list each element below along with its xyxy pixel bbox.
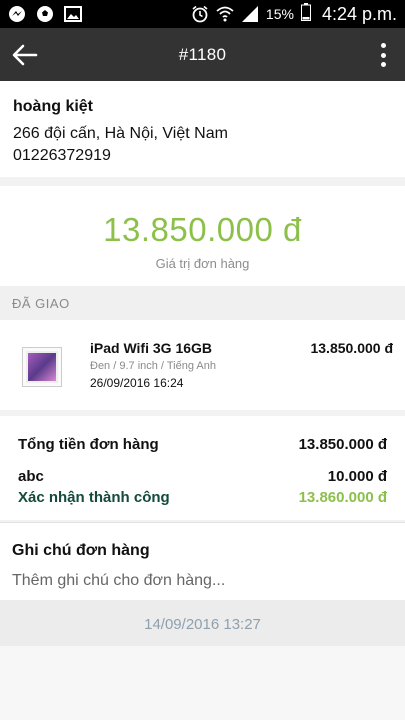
alarm-icon xyxy=(191,5,209,23)
order-total-amount: 13.850.000 đ xyxy=(103,211,302,248)
product-thumbnail xyxy=(22,347,62,387)
more-options-button[interactable] xyxy=(373,40,393,70)
signal-icon xyxy=(241,5,259,23)
order-note-input[interactable] xyxy=(12,570,392,592)
product-price: 13.850.000 đ xyxy=(310,340,393,356)
customer-name: hoàng kiệt xyxy=(13,98,94,115)
gallery-icon xyxy=(64,5,82,23)
subtotal-row: Tổng tiền đơn hàng 13.850.000 đ xyxy=(18,436,387,453)
order-note-title: Ghi chú đơn hàng xyxy=(12,542,150,559)
order-summary: Tổng tiền đơn hàng 13.850.000 đ abc 10.0… xyxy=(0,416,405,520)
status-bar-left xyxy=(8,5,82,23)
soccer-ball-icon xyxy=(36,5,54,23)
confirmed-value: 13.860.000 đ xyxy=(298,489,387,506)
product-name: iPad Wifi 3G 16GB xyxy=(90,340,213,356)
more-vertical-icon xyxy=(380,43,386,48)
product-date: 26/09/2016 16:24 xyxy=(90,376,184,390)
clock: 4:24 p.m. xyxy=(321,3,397,24)
confirmed-row: Xác nhận thành công 13.860.000 đ xyxy=(18,489,387,506)
customer-address: 266 đội cấn, Hà Nội, Việt Nam xyxy=(13,125,228,142)
page-title: #1180 xyxy=(178,45,227,64)
order-total-block: 13.850.000 đ Giá trị đơn hàng xyxy=(0,186,405,286)
order-created-date: 14/09/2016 13:27 xyxy=(0,600,405,646)
product-line-item[interactable]: iPad Wifi 3G 16GB Đen / 9.7 inch / Tiếng… xyxy=(0,320,405,410)
customer-card[interactable]: hoàng kiệt 266 đội cấn, Hà Nội, Việt Nam… xyxy=(0,81,405,177)
confirmed-label: Xác nhận thành công xyxy=(18,489,170,506)
customer-phone: 01226372919 xyxy=(13,147,111,164)
wifi-icon xyxy=(216,5,234,23)
extra-fee-value: 10.000 đ xyxy=(327,468,387,485)
battery-percent: 15% xyxy=(265,6,294,22)
bottom-spacer xyxy=(0,646,405,720)
messenger-icon xyxy=(8,5,26,23)
app-bar: #1180 xyxy=(0,28,405,81)
subtotal-value: 13.850.000 đ xyxy=(298,436,387,453)
product-variant: Đen / 9.7 inch / Tiếng Anh xyxy=(90,360,216,372)
subtotal-label: Tổng tiền đơn hàng xyxy=(18,436,159,453)
status-bar: 15% 4:24 p.m. xyxy=(0,0,405,28)
battery-icon xyxy=(300,2,311,26)
extra-fee-row: abc 10.000 đ xyxy=(18,468,387,485)
order-total-label: Giá trị đơn hàng xyxy=(155,256,250,271)
fulfillment-status-header: ĐÃ GIAO xyxy=(0,286,405,320)
status-bar-right: 15% 4:24 p.m. xyxy=(191,2,397,26)
order-note-section: Ghi chú đơn hàng xyxy=(0,522,405,600)
extra-fee-label: abc xyxy=(18,468,44,485)
